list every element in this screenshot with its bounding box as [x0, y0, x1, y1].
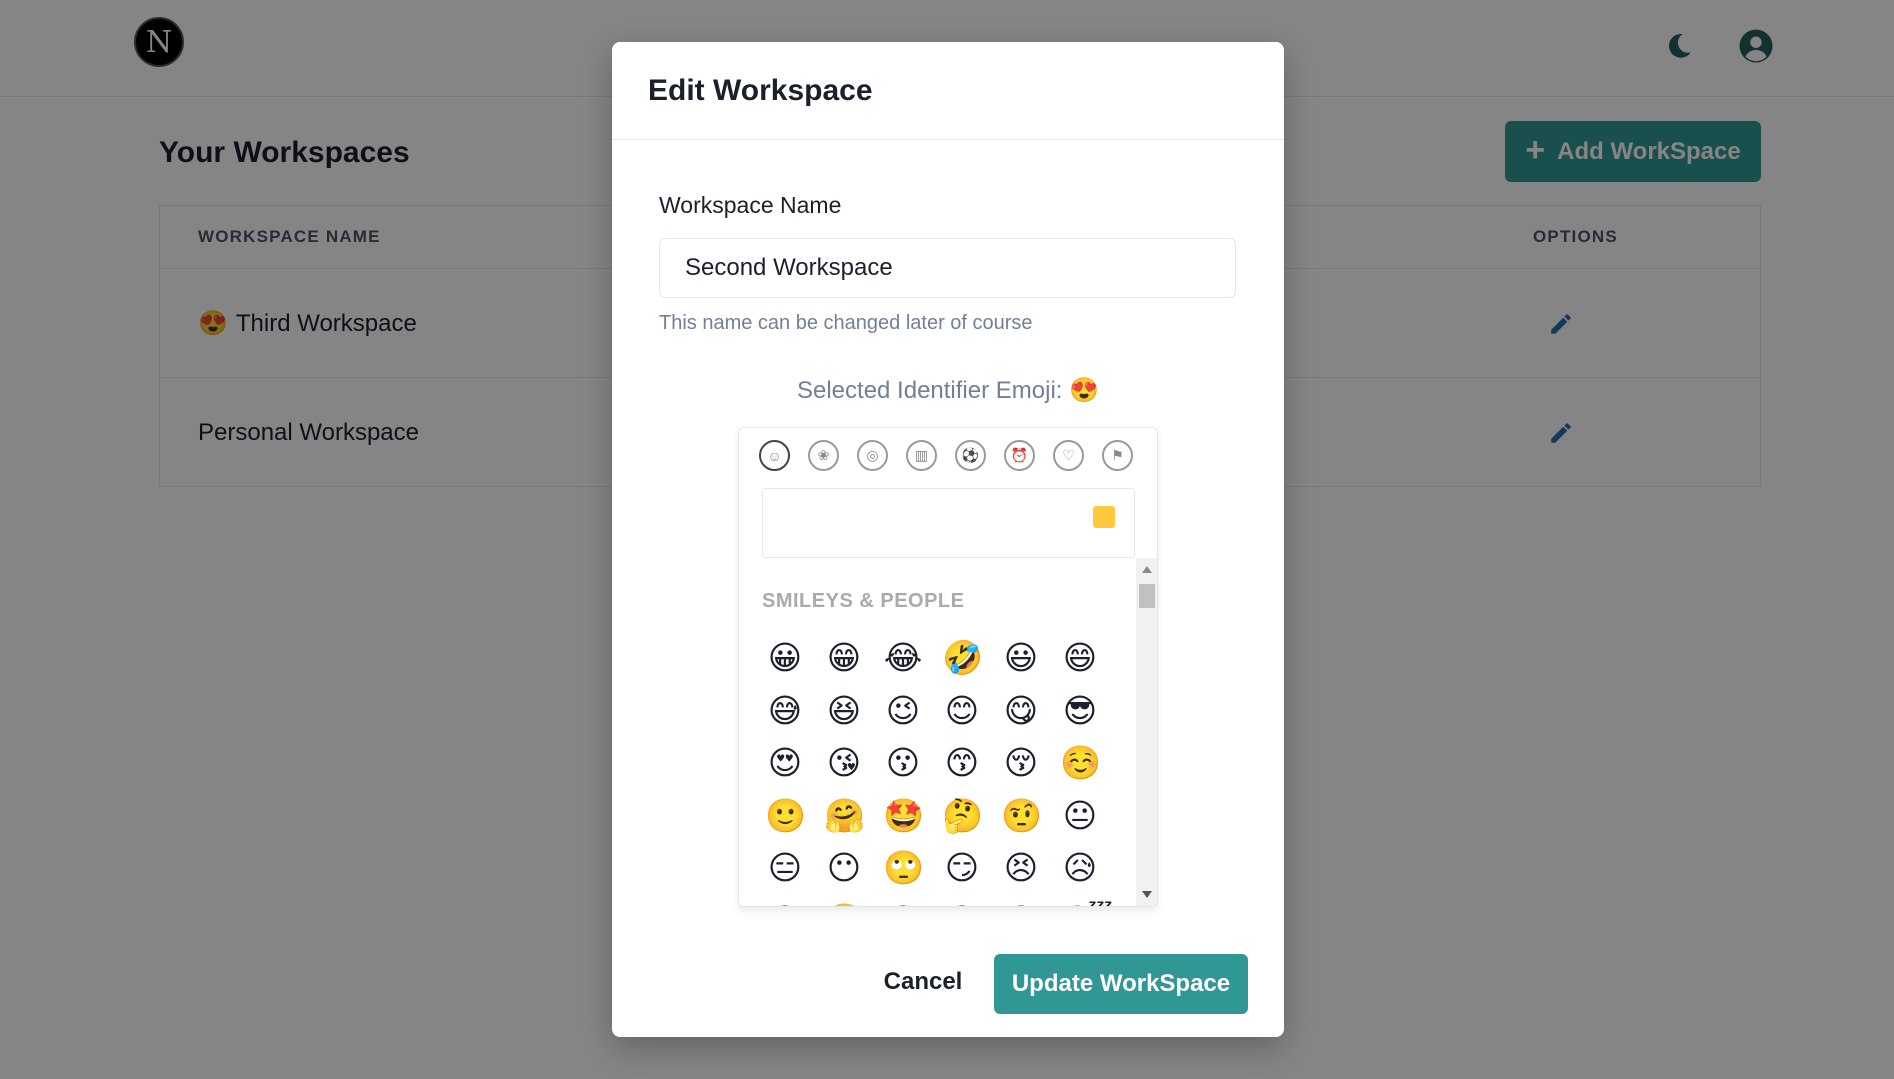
emoji-section-title: SMILEYS & PEOPLE: [762, 590, 965, 612]
emoji-option[interactable]: 😯: [883, 901, 923, 907]
selected-emoji: 😍: [1069, 377, 1100, 404]
scroll-down-arrow-icon[interactable]: [1142, 891, 1152, 898]
emoji-option[interactable]: 😎: [1060, 691, 1100, 731]
emoji-option[interactable]: 😋: [1001, 691, 1041, 731]
emoji-option[interactable]: 😮: [765, 901, 805, 907]
emoji-option[interactable]: 😊: [942, 691, 982, 731]
selected-emoji-line: Selected Identifier Emoji: 😍: [612, 376, 1284, 405]
emoji-option[interactable]: 🤩: [883, 796, 924, 836]
update-workspace-button[interactable]: Update WorkSpace: [994, 954, 1248, 1014]
emoji-option[interactable]: 🤔: [942, 796, 983, 836]
emoji-option[interactable]: 🙄: [883, 848, 924, 888]
emoji-preview-area: [762, 488, 1135, 558]
emoji-list[interactable]: SMILEYS & PEOPLE 😀 😁 😂 🤣 😃 😄 😅 😆 😉 😊 😋 😎 😍 😘 😗 😙 😚 ☺️ 🙂 🤗 🤩 🤔…: [739, 568, 1137, 907]
emoji-option[interactable]: 🙂: [765, 796, 806, 836]
emoji-option[interactable]: 😴: [1060, 901, 1113, 907]
emoji-option[interactable]: 😅: [765, 691, 805, 731]
cancel-button[interactable]: Cancel: [858, 952, 988, 1012]
emoji-option[interactable]: 😉: [883, 691, 923, 731]
emoji-option[interactable]: 🤗: [824, 796, 865, 836]
objects-icon[interactable]: ⏰: [1004, 440, 1035, 471]
helper-text: This name can be changed later of course: [659, 312, 1033, 334]
emoji-option[interactable]: 🤐: [824, 901, 865, 907]
workspace-name-input[interactable]: Second Workspace: [659, 238, 1236, 298]
emoji-option[interactable]: 🤣: [942, 638, 983, 678]
scrollbar-thumb[interactable]: [1139, 584, 1155, 608]
emoji-option[interactable]: 😘: [824, 743, 864, 783]
workspace-name-label: Workspace Name: [659, 192, 842, 218]
emoji-option[interactable]: 😙: [942, 743, 982, 783]
selected-emoji-label: Selected Identifier Emoji:: [796, 377, 1063, 404]
emoji-grid: 😀 😁 😂 🤣 😃 😄 😅 😆 😉 😊 😋 😎 😍 😘 😗 😙 😚 ☺️ 🙂 🤗 🤩 🤔 🤨 😐 😑 😶 🙄 😏 😣 😥 😮 🤐 😯 😪 😫 😴: [765, 638, 1119, 907]
emoji-option[interactable]: 😍: [765, 743, 805, 783]
emoji-option[interactable]: 😆: [824, 691, 864, 731]
scroll-up-arrow-icon[interactable]: [1142, 566, 1152, 573]
emoji-option[interactable]: 😑: [765, 848, 805, 888]
nature-icon[interactable]: ❀: [808, 440, 839, 471]
emoji-picker: ☺ ❀ ◎ ▥ ⚽ ⏰ ♡ ⚑ SMILEYS & PEOPLE 😀 😁 😂 🤣 😃 😄 😅…: [738, 427, 1158, 907]
emoji-option[interactable]: 😂: [883, 638, 923, 678]
emoji-option[interactable]: 😚: [1001, 743, 1041, 783]
emoji-option[interactable]: 😄: [1060, 638, 1100, 678]
emoji-option[interactable]: 😃: [1001, 638, 1041, 678]
emoji-scrollbar[interactable]: [1136, 558, 1157, 906]
emoji-option[interactable]: ☺️: [1060, 743, 1101, 783]
modal-title: Edit Workspace: [612, 42, 1284, 140]
emoji-option[interactable]: 😥: [1060, 848, 1100, 888]
emoji-option[interactable]: 😀: [765, 638, 805, 678]
emoji-option[interactable]: 😁: [824, 638, 864, 678]
emoji-option[interactable]: 😗: [883, 743, 923, 783]
activity-icon[interactable]: ⚽: [955, 440, 986, 471]
emoji-option[interactable]: 😶: [824, 848, 864, 888]
edit-workspace-modal: Edit Workspace Workspace Name Second Wor…: [612, 42, 1284, 1037]
emoji-option[interactable]: 😐: [1060, 796, 1100, 836]
emoji-option[interactable]: 😪: [942, 901, 982, 907]
food-icon[interactable]: ◎: [857, 440, 888, 471]
emoji-option[interactable]: 🤨: [1001, 796, 1042, 836]
skin-tone-selector[interactable]: [1093, 506, 1115, 528]
people-icon[interactable]: ☺: [759, 440, 790, 471]
flags-icon[interactable]: ⚑: [1102, 440, 1133, 471]
emoji-option[interactable]: 😫: [1001, 901, 1041, 907]
emoji-option[interactable]: 😏: [942, 848, 982, 888]
emoji-category-bar: ☺ ❀ ◎ ▥ ⚽ ⏰ ♡ ⚑: [759, 440, 1133, 471]
places-icon[interactable]: ▥: [906, 440, 937, 471]
emoji-option[interactable]: 😣: [1001, 848, 1041, 888]
symbols-icon[interactable]: ♡: [1053, 440, 1084, 471]
